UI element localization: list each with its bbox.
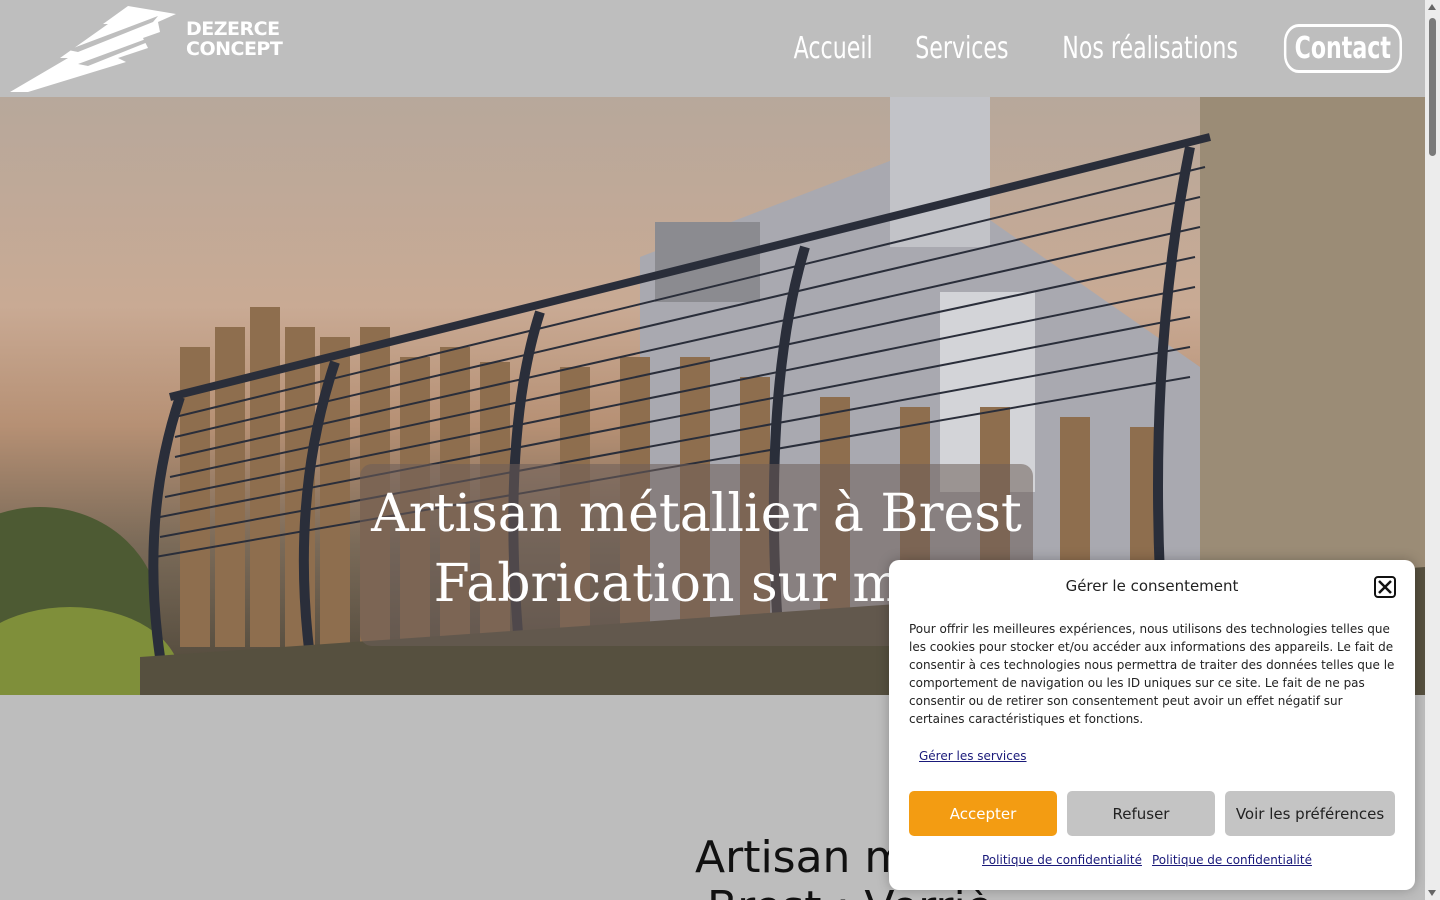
close-icon <box>1378 580 1392 594</box>
refuse-button[interactable]: Refuser <box>1067 791 1215 836</box>
logo-mark-icon <box>10 6 176 92</box>
privacy-policy-link-1[interactable]: Politique de confidentialité <box>982 853 1142 867</box>
close-button[interactable] <box>1374 576 1396 598</box>
nav-accueil[interactable]: Accueil <box>794 31 873 66</box>
page-scrollbar[interactable] <box>1425 0 1440 900</box>
accept-button[interactable]: Accepter <box>909 791 1057 836</box>
dezerce-logo[interactable]: DEZERCE CONCEPT <box>8 2 288 96</box>
cookie-consent-dialog: Gérer le consentement Pour offrir les me… <box>889 560 1415 890</box>
scroll-thumb[interactable] <box>1429 18 1436 156</box>
hero-title-line1: Artisan métallier à Brest <box>371 484 1022 544</box>
nav-contact-button[interactable]: Contact <box>1284 23 1403 73</box>
preferences-button[interactable]: Voir les préférences <box>1225 791 1395 836</box>
privacy-policy-link-2[interactable]: Politique de confidentialité <box>1152 853 1312 867</box>
main-nav: Accueil Services Nos réalisations Contac… <box>761 22 1415 74</box>
scroll-down-arrow-icon[interactable] <box>1428 890 1436 896</box>
logo-text-line2: CONCEPT <box>186 38 283 60</box>
logo-text: DEZERCE CONCEPT <box>186 18 283 60</box>
manage-services-link[interactable]: Gérer les services <box>919 749 1027 763</box>
site-header: DEZERCE CONCEPT Accueil Services Nos réa… <box>0 0 1425 97</box>
consent-description: Pour offrir les meilleures expériences, … <box>909 622 1395 726</box>
scroll-up-arrow-icon[interactable] <box>1428 4 1436 10</box>
consent-title: Gérer le consentement <box>1065 577 1239 595</box>
nav-realisations[interactable]: Nos réalisations <box>1062 31 1238 66</box>
nav-services[interactable]: Services <box>916 31 1009 66</box>
logo-text-line1: DEZERCE <box>186 18 280 40</box>
section-title: Artisan m <box>695 832 908 883</box>
